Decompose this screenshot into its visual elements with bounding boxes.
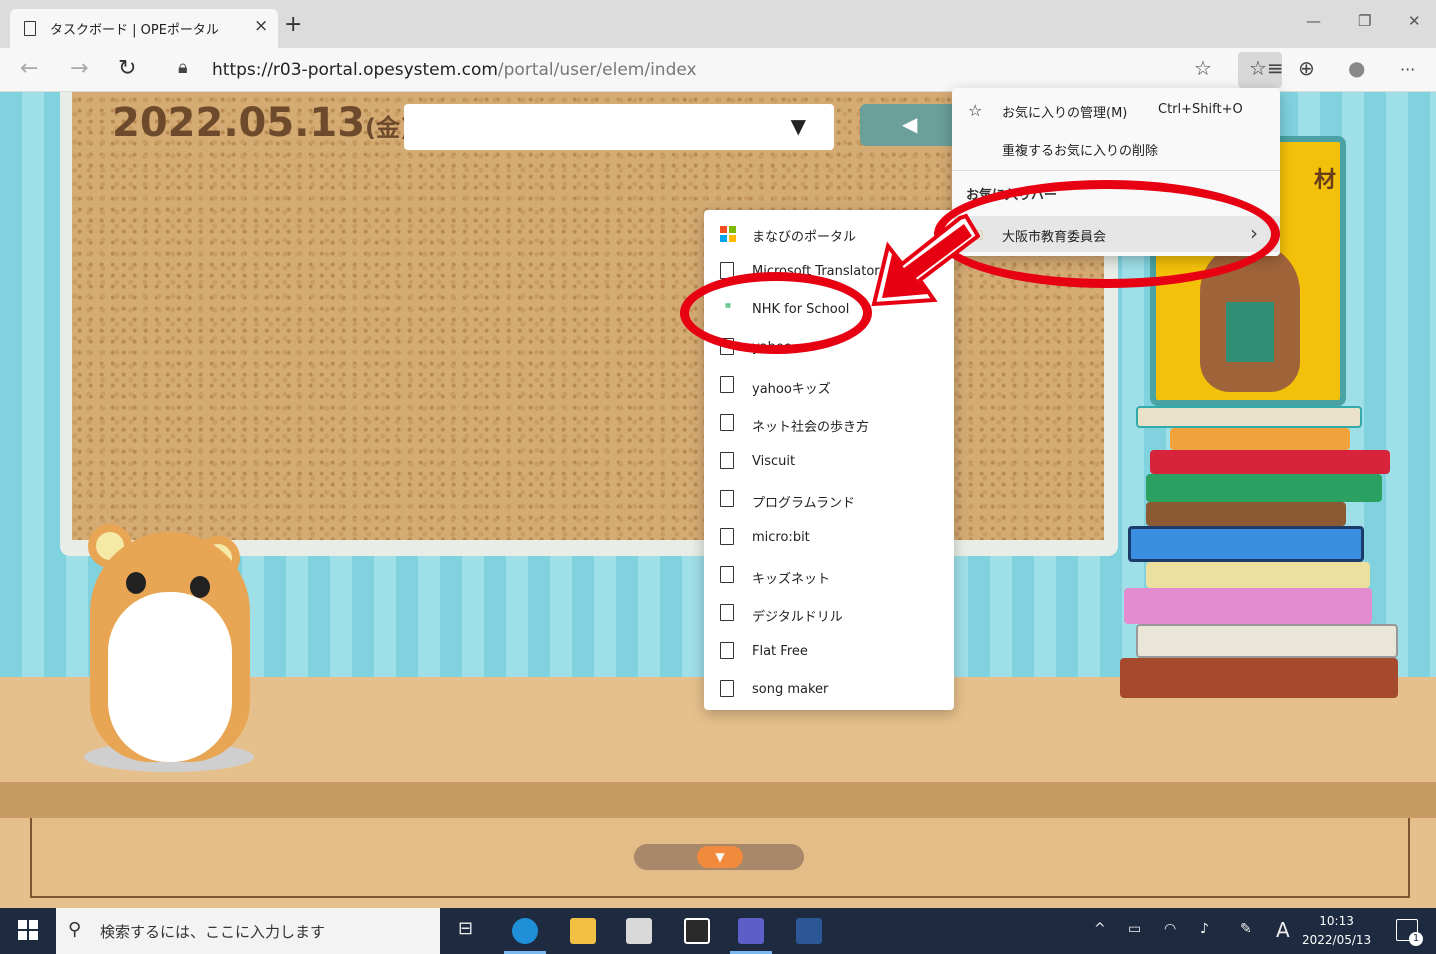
- word-icon[interactable]: [796, 918, 822, 944]
- address-input[interactable]: https://r03-portal.opesystem.com/portal/…: [212, 60, 697, 80]
- hamster-eye-left: [126, 572, 146, 594]
- notification-count-badge: 1: [1409, 932, 1423, 946]
- annotation-circle-nhk: [680, 272, 872, 354]
- tab-bar: タスクボード | OPEポータル × + — ❐ ✕: [0, 0, 1436, 48]
- favorites-icon[interactable]: ☆≡: [1249, 56, 1284, 80]
- page-icon: [720, 528, 734, 545]
- date-display: 2022.05.13(金): [112, 100, 411, 146]
- address-toolbar: ← → ↻ 🔒︎ https://r03-portal.opesystem.co…: [0, 48, 1436, 92]
- tab-close-button[interactable]: ×: [254, 16, 268, 36]
- chevron-up-icon[interactable]: ^: [1094, 921, 1106, 937]
- profile-avatar-icon[interactable]: ●: [1348, 56, 1365, 80]
- manage-favorites-shortcut: Ctrl+Shift+O: [1158, 102, 1243, 117]
- edge-browser-icon[interactable]: [512, 918, 538, 944]
- submenu-item[interactable]: ネット社会の歩き方: [704, 404, 954, 442]
- left-arrow-icon: ◀: [902, 112, 918, 136]
- browser-tab[interactable]: タスクボード | OPEポータル ×: [10, 9, 278, 48]
- hamster-belly: [108, 592, 232, 762]
- remove-duplicates-label: 重複するお気に入りの削除: [1002, 144, 1159, 159]
- book-stack-item: [1146, 502, 1346, 526]
- clock-date: 2022/05/13: [1302, 933, 1372, 947]
- minimize-button[interactable]: —: [1306, 12, 1321, 30]
- microsoft-logo-icon: [720, 226, 736, 242]
- notification-center-icon[interactable]: 1: [1396, 919, 1423, 946]
- floor-edge: [0, 782, 1436, 818]
- back-icon[interactable]: ←: [20, 56, 38, 81]
- book-stack-item: [1136, 406, 1362, 428]
- owl-book-icon: [1226, 302, 1274, 362]
- book-stack-item: [1124, 588, 1372, 624]
- book-stack-item: [1120, 658, 1398, 698]
- more-menu-button[interactable]: ···: [1400, 60, 1415, 79]
- teams-icon[interactable]: [738, 918, 764, 944]
- close-window-button[interactable]: ✕: [1408, 12, 1421, 30]
- task-select[interactable]: ▼: [404, 104, 834, 150]
- divider: [952, 170, 1280, 171]
- volume-icon[interactable]: ♪: [1200, 921, 1209, 937]
- submenu-item[interactable]: micro:bit: [704, 518, 954, 556]
- search-icon: ⚲: [68, 919, 82, 940]
- annotation-circle-folder: [934, 180, 1280, 288]
- page-icon: [24, 21, 36, 36]
- book-stack-item: [1146, 474, 1382, 502]
- remove-duplicates-item[interactable]: 重複するお気に入りの削除: [952, 130, 1280, 166]
- file-explorer-icon[interactable]: [570, 918, 596, 944]
- hamster-eye-right: [190, 576, 210, 598]
- tab-title: タスクボード | OPEポータル: [50, 23, 219, 38]
- favorites-manage-icon: ☆: [968, 101, 983, 120]
- camera-icon[interactable]: [684, 918, 710, 944]
- book-stack-item: [1146, 562, 1370, 588]
- dropdown-arrow-icon: ▼: [790, 114, 806, 138]
- forward-icon[interactable]: →: [70, 56, 88, 81]
- taskbar-search-input[interactable]: ⚲ 検索するには、ここに入力します: [56, 908, 440, 954]
- prev-button[interactable]: ◀: [860, 104, 960, 146]
- refresh-icon[interactable]: ↻: [118, 56, 136, 81]
- book-label: 材: [1313, 168, 1336, 193]
- manage-favorites-item[interactable]: ☆ お気に入りの管理(M) Ctrl+Shift+O: [952, 92, 1280, 128]
- page-icon: [720, 452, 734, 469]
- submenu-item[interactable]: デジタルドリル: [704, 594, 954, 632]
- page-icon: [720, 642, 734, 659]
- restore-button[interactable]: ❐: [1358, 12, 1371, 30]
- book-stack-item: [1136, 624, 1398, 658]
- submenu-item[interactable]: プログラムランド: [704, 480, 954, 518]
- task-view-icon[interactable]: ⊟: [458, 918, 473, 939]
- collections-icon[interactable]: ⊕: [1298, 56, 1315, 80]
- page-icon: [720, 566, 734, 583]
- add-favorite-star-icon[interactable]: ☆: [1194, 56, 1212, 80]
- taskbar: ⚲ 検索するには、ここに入力します ⊟ ^ ▭ ◠ ♪ ✎ A 10:13 20…: [0, 908, 1436, 954]
- manage-favorites-label: お気に入りの管理(M): [1002, 106, 1128, 121]
- book-stack-item: [1170, 428, 1350, 450]
- page-icon: [720, 376, 734, 393]
- page-icon: [720, 490, 734, 507]
- system-clock[interactable]: 10:13 2022/05/13: [1302, 912, 1371, 950]
- new-tab-button[interactable]: +: [284, 12, 302, 37]
- drawer-open-button[interactable]: ▼: [697, 846, 743, 868]
- book-stack-item: [1128, 526, 1364, 562]
- ime-indicator[interactable]: A: [1276, 918, 1290, 942]
- page-icon: [720, 414, 734, 431]
- page-icon: [720, 604, 734, 621]
- annotation-arrow-icon: [871, 213, 980, 307]
- page-icon: [720, 680, 734, 697]
- submenu-item[interactable]: yahooキッズ: [704, 366, 954, 404]
- submenu-item[interactable]: Flat Free: [704, 632, 954, 670]
- book-stack-item: [1150, 450, 1390, 474]
- lock-icon[interactable]: 🔒︎: [178, 57, 188, 78]
- submenu-item[interactable]: Viscuit: [704, 442, 954, 480]
- pen-icon[interactable]: ✎: [1240, 921, 1252, 937]
- submenu-item[interactable]: キッズネット: [704, 556, 954, 594]
- clock-time: 10:13: [1319, 914, 1354, 928]
- submenu-item[interactable]: song maker: [704, 670, 954, 708]
- wifi-icon[interactable]: ◠: [1164, 921, 1176, 937]
- battery-icon[interactable]: ▭: [1128, 921, 1141, 937]
- qr-app-icon[interactable]: [626, 918, 652, 944]
